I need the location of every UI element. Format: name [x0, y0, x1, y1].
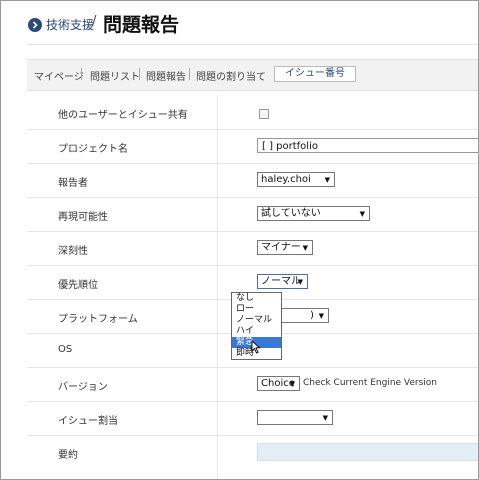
dropdown-arrow-icon: ▼ — [318, 312, 324, 320]
dropdown-arrow-icon: ▼ — [289, 380, 295, 388]
row-reproducibility: 再現可能性 試していない ▼ — [27, 197, 478, 232]
priority-select[interactable]: ノーマル ▼ — [257, 274, 308, 289]
version-note: Check Current Engine Version — [303, 378, 438, 388]
nav-bar: マイページ 問題リスト 問題報告 問題の割り当て イシュー番号 — [27, 59, 478, 91]
reporter-value: haley.choi — [261, 174, 311, 185]
platform-label: プラットフォーム — [58, 314, 138, 325]
breadcrumb-separator: / — [92, 14, 97, 29]
breadcrumb[interactable]: 技術支援 — [46, 16, 94, 33]
priority-option-normal[interactable]: ノーマル — [232, 315, 281, 326]
nav-divider — [189, 68, 190, 80]
row-assign: イシュー割当 ▼ — [27, 401, 478, 436]
row-share: 他のユーザーとイシュー共有 — [27, 95, 478, 130]
nav-issue-list[interactable]: 問題リスト — [90, 68, 140, 83]
chevron-right-icon[interactable] — [28, 18, 42, 32]
nav-my-page[interactable]: マイページ — [34, 68, 84, 83]
reporter-select[interactable]: haley.choi ▼ — [257, 172, 335, 187]
reproducibility-value: 試していない — [261, 208, 321, 219]
summary-label: 要約 — [58, 450, 78, 461]
nav-divider — [81, 68, 82, 80]
version-select[interactable]: Choice ▼ — [257, 376, 300, 391]
severity-label: 深刻性 — [58, 246, 88, 257]
dropdown-arrow-icon: ▼ — [297, 278, 303, 286]
reporter-label: 報告者 — [58, 178, 88, 189]
row-project: プロジェクト名 [ ] portfolio — [27, 129, 478, 164]
assign-label: イシュー割当 — [58, 416, 118, 427]
dropdown-arrow-icon: ▼ — [324, 176, 330, 184]
dropdown-arrow-icon: ▼ — [322, 414, 328, 422]
reproducibility-select[interactable]: 試していない ▼ — [257, 206, 370, 221]
priority-option-none[interactable]: なし — [232, 293, 281, 304]
share-checkbox[interactable] — [259, 109, 269, 119]
row-version: バージョン Choice ▼ Check Current Engine Vers… — [27, 367, 478, 402]
project-label: プロジェクト名 — [58, 144, 128, 155]
page-header: 技術支援 / 問題報告 — [1, 1, 478, 51]
share-label: 他のユーザーとイシュー共有 — [58, 110, 188, 121]
row-reporter: 報告者 haley.choi ▼ — [27, 163, 478, 198]
assign-select[interactable]: ▼ — [257, 410, 333, 425]
platform-value: ) — [310, 310, 314, 321]
priority-option-high[interactable]: ハイ — [232, 326, 281, 337]
nav-divider — [139, 68, 140, 80]
nav-issue-assign[interactable]: 問題の割り当て — [196, 68, 266, 83]
summary-input[interactable] — [257, 443, 478, 461]
dropdown-arrow-icon: ▼ — [302, 244, 308, 252]
page-title: 問題報告 — [103, 14, 180, 36]
priority-label: 優先順位 — [58, 280, 98, 291]
priority-value: ノーマル — [261, 276, 301, 287]
os-label: OS — [58, 344, 73, 355]
version-label: バージョン — [58, 382, 108, 393]
project-field[interactable]: [ ] portfolio — [257, 138, 478, 153]
issue-number-input[interactable]: イシュー番号 — [274, 66, 356, 82]
dropdown-arrow-icon: ▼ — [359, 210, 365, 218]
row-severity: 深刻性 マイナー ▼ — [27, 231, 478, 266]
header-divider — [27, 44, 478, 45]
app-frame: 技術支援 / 問題報告 マイページ 問題リスト 問題報告 問題の割り当て イシュ… — [0, 0, 479, 480]
priority-option-low[interactable]: ロー — [232, 304, 281, 315]
row-summary: 要約 — [27, 435, 478, 469]
reproducibility-label: 再現可能性 — [58, 212, 108, 223]
severity-select[interactable]: マイナー ▼ — [257, 240, 313, 255]
nav-issue-report[interactable]: 問題報告 — [146, 68, 186, 83]
mouse-cursor-icon — [251, 339, 261, 358]
severity-value: マイナー — [261, 242, 301, 253]
